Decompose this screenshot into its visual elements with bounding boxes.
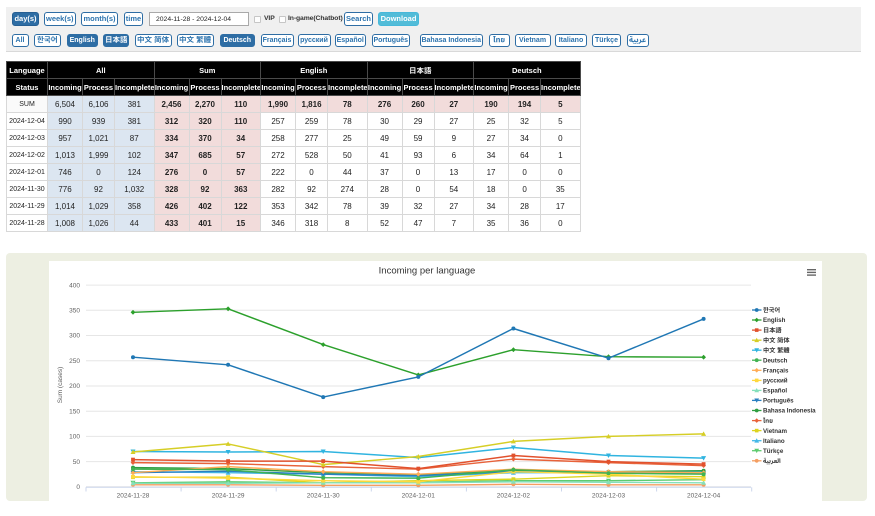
svg-text:2024-11-28: 2024-11-28 — [117, 493, 150, 500]
svg-text:150: 150 — [69, 408, 80, 415]
svg-text:2024-11-29: 2024-11-29 — [212, 493, 245, 500]
svg-text:0: 0 — [76, 484, 80, 491]
svg-text:Français: Français — [763, 368, 789, 375]
svg-text:Sum (cases): Sum (cases) — [57, 367, 64, 403]
svg-text:Español: Español — [763, 388, 787, 395]
svg-text:2024-12-01: 2024-12-01 — [402, 493, 436, 500]
svg-text:2024-11-30: 2024-11-30 — [307, 493, 340, 500]
svg-text:русский: русский — [763, 378, 788, 385]
svg-text:350: 350 — [69, 308, 80, 315]
svg-text:100: 100 — [69, 434, 80, 441]
svg-text:400: 400 — [69, 282, 80, 289]
svg-text:50: 50 — [73, 459, 81, 466]
svg-text:Deutsch: Deutsch — [763, 358, 788, 365]
svg-text:Incoming per language: Incoming per language — [379, 266, 476, 277]
svg-text:Vietnam: Vietnam — [763, 428, 787, 435]
svg-text:Português: Português — [763, 398, 794, 405]
svg-text:2024-12-04: 2024-12-04 — [687, 493, 721, 500]
svg-text:2024-12-03: 2024-12-03 — [592, 493, 626, 500]
svg-text:Türkçe: Türkçe — [763, 448, 784, 455]
svg-text:Bahasa Indonesia: Bahasa Indonesia — [763, 408, 816, 415]
svg-text:2024-12-02: 2024-12-02 — [497, 493, 531, 500]
svg-text:English: English — [763, 317, 786, 324]
svg-text:300: 300 — [69, 333, 80, 340]
svg-text:Italiano: Italiano — [763, 438, 785, 445]
svg-text:250: 250 — [69, 358, 80, 365]
svg-text:200: 200 — [69, 383, 80, 390]
